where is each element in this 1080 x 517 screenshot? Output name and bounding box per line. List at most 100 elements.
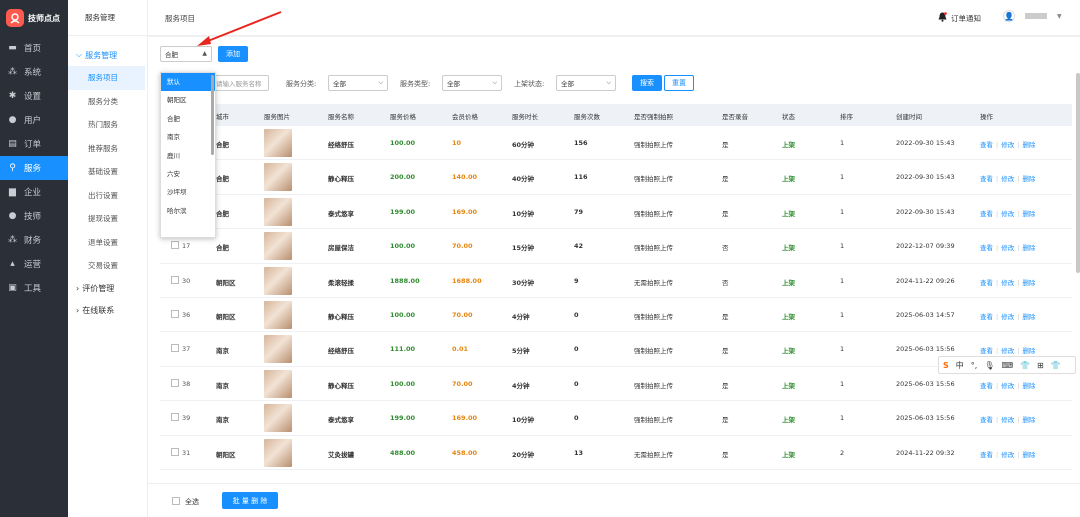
submenu-group-service[interactable]: ⌵ 服务管理: [68, 44, 147, 66]
dropdown-option[interactable]: 沙坪坝: [161, 183, 215, 201]
chinese-mode-icon[interactable]: 中: [956, 360, 964, 371]
dropdown-option[interactable]: 哈尔滨: [161, 202, 215, 220]
view-link[interactable]: 查看: [980, 313, 993, 321]
shirt-icon[interactable]: 👕: [1051, 361, 1061, 370]
sidebar-item-toolbox[interactable]: ▣ 工具: [0, 276, 68, 300]
dropdown-scrollbar[interactable]: [211, 75, 214, 155]
sidebar-item-chart[interactable]: ▴ 运营: [0, 252, 68, 276]
delete-link[interactable]: 删除: [1022, 244, 1035, 252]
batch-delete-button[interactable]: 批 量 删 除: [222, 492, 278, 509]
type-select[interactable]: 全部 ⌵: [442, 75, 502, 91]
submenu-item[interactable]: 交易设置: [68, 254, 147, 278]
row-checkbox[interactable]: [171, 275, 179, 284]
delete-link[interactable]: 删除: [1022, 347, 1035, 355]
submenu-item[interactable]: 退单设置: [68, 231, 147, 255]
status-select[interactable]: 全部 ⌵: [556, 75, 616, 91]
table-row[interactable]: 31 朝阳区 艾灸拔罐 488.00 458.00 20分钟 13 无需拍照上传 是 上架 2 202…: [160, 436, 1072, 470]
dropdown-option[interactable]: 默认: [161, 73, 215, 92]
order-notice[interactable]: 订单通知: [938, 12, 981, 24]
dropdown-option[interactable]: 鹿川: [161, 147, 215, 165]
user-menu[interactable]: 👤 ▼: [1003, 10, 1062, 22]
add-button[interactable]: 添加: [218, 46, 248, 62]
view-link[interactable]: 查看: [980, 210, 993, 218]
service-image[interactable]: [264, 301, 292, 329]
sidebar-item-gear[interactable]: ✱ 设置: [0, 84, 68, 108]
table-row[interactable]: 合肥 经络舒压 100.00 10 60分钟 156 强制拍照上传 是 上架 1 2022-09-3…: [160, 126, 1072, 161]
reset-button[interactable]: 重置: [664, 75, 694, 91]
table-row[interactable]: 合肥 静心释压 200.00 140.00 40分钟 116 强制拍照上传 是 上架 1 2022-…: [160, 160, 1072, 195]
table-row[interactable]: 17 合肥 房屋保洁 100.00 70.00 15分钟 42 强制拍照上传 否 上架 1 2022-…: [160, 229, 1072, 264]
scrollbar[interactable]: [1076, 73, 1080, 273]
view-link[interactable]: 查看: [980, 382, 993, 390]
service-image[interactable]: [264, 197, 292, 226]
edit-link[interactable]: 修改: [1001, 416, 1014, 424]
submenu-item[interactable]: 出行设置: [68, 184, 147, 208]
table-row[interactable]: 38 南京 静心释压 100.00 70.00 4分钟 0 强制拍照上传 是 上架 1 2025-06…: [160, 367, 1072, 402]
table-row[interactable]: 37 南京 经络舒压 111.00 0.01 5分钟 0 强制拍照上传 是 上架 1 2025-06-…: [160, 332, 1072, 367]
sidebar-item-user[interactable]: ● 用户: [0, 108, 68, 132]
punctuation-icon[interactable]: °,: [971, 361, 978, 370]
ime-toolbar[interactable]: S 中 °, 🎙 ⌨ 👕 ⊞ 👕: [938, 356, 1076, 374]
view-link[interactable]: 查看: [980, 451, 993, 459]
delete-link[interactable]: 删除: [1022, 141, 1035, 149]
table-row[interactable]: 合肥 泰式悠享 199.00 169.00 10分钟 79 强制拍照上传 是 上架 1 2022-0…: [160, 195, 1072, 230]
submenu-item[interactable]: 热门服务: [68, 113, 147, 137]
sidebar-item-order[interactable]: ▤ 订单: [0, 132, 68, 156]
submenu-group[interactable]: › 评价管理: [68, 278, 147, 300]
submenu-item[interactable]: 提现设置: [68, 207, 147, 231]
edit-link[interactable]: 修改: [1001, 279, 1014, 287]
service-image[interactable]: [264, 369, 292, 398]
dropdown-option[interactable]: 六安: [161, 165, 215, 183]
view-link[interactable]: 查看: [980, 141, 993, 149]
sidebar-item-technician[interactable]: ● 技师: [0, 204, 68, 228]
service-image[interactable]: [264, 404, 292, 433]
city-select[interactable]: 合肥 ▲: [160, 46, 212, 62]
edit-link[interactable]: 修改: [1001, 175, 1014, 183]
delete-link[interactable]: 删除: [1022, 210, 1035, 218]
search-input[interactable]: 请输入服务名称: [211, 75, 269, 91]
table-row[interactable]: 36 朝阳区 静心释压 100.00 70.00 4分钟 0 强制拍照上传 是 上架 1 2025-0…: [160, 298, 1072, 333]
edit-link[interactable]: 修改: [1001, 244, 1014, 252]
skin-icon[interactable]: 👕: [1020, 361, 1030, 370]
delete-link[interactable]: 删除: [1022, 313, 1035, 321]
edit-link[interactable]: 修改: [1001, 210, 1014, 218]
delete-link[interactable]: 删除: [1022, 279, 1035, 287]
microphone-icon[interactable]: 🎙: [984, 361, 994, 370]
view-link[interactable]: 查看: [980, 279, 993, 287]
submenu-item[interactable]: 服务项目: [68, 66, 145, 90]
edit-link[interactable]: 修改: [1001, 451, 1014, 459]
delete-link[interactable]: 删除: [1022, 416, 1035, 424]
service-image[interactable]: [264, 163, 292, 192]
service-image[interactable]: [264, 232, 292, 261]
edit-link[interactable]: 修改: [1001, 313, 1014, 321]
select-all-checkbox[interactable]: [172, 497, 180, 505]
submenu-item[interactable]: 服务分类: [68, 90, 147, 114]
row-checkbox[interactable]: [171, 447, 179, 456]
table-row[interactable]: 30 朝阳区 柔滚轻揉 1888.00 1688.00 30分钟 9 无需拍照上传 否 上架 1 20…: [160, 264, 1072, 298]
dropdown-option[interactable]: 合肥: [161, 110, 215, 128]
row-checkbox[interactable]: [171, 378, 179, 387]
view-link[interactable]: 查看: [980, 244, 993, 252]
service-image[interactable]: [264, 129, 292, 157]
view-link[interactable]: 查看: [980, 175, 993, 183]
dropdown-option[interactable]: 南京: [161, 128, 215, 146]
search-button[interactable]: 搜索: [632, 75, 662, 91]
keyboard-icon[interactable]: ⌨: [1001, 361, 1013, 370]
sidebar-item-monitor[interactable]: ▬ 首页: [0, 36, 68, 60]
row-checkbox[interactable]: [171, 413, 179, 422]
table-row[interactable]: 39 南京 泰式悠享 199.00 169.00 10分钟 0 强制拍照上传 是 上架 1 2025-…: [160, 401, 1072, 436]
dropdown-option[interactable]: 朝阳区: [161, 91, 215, 109]
service-image[interactable]: [264, 266, 292, 295]
delete-link[interactable]: 删除: [1022, 175, 1035, 183]
row-checkbox[interactable]: [171, 241, 179, 250]
edit-link[interactable]: 修改: [1001, 141, 1014, 149]
sidebar-item-building[interactable]: ▆ 企业: [0, 180, 68, 204]
service-image[interactable]: [264, 438, 292, 467]
delete-link[interactable]: 删除: [1022, 451, 1035, 459]
view-link[interactable]: 查看: [980, 347, 993, 355]
edit-link[interactable]: 修改: [1001, 382, 1014, 390]
submenu-item[interactable]: 基础设置: [68, 160, 147, 184]
sidebar-item-link[interactable]: ⚲ 服务: [0, 156, 68, 180]
edit-link[interactable]: 修改: [1001, 347, 1014, 355]
grid-icon[interactable]: ⊞: [1037, 361, 1044, 370]
